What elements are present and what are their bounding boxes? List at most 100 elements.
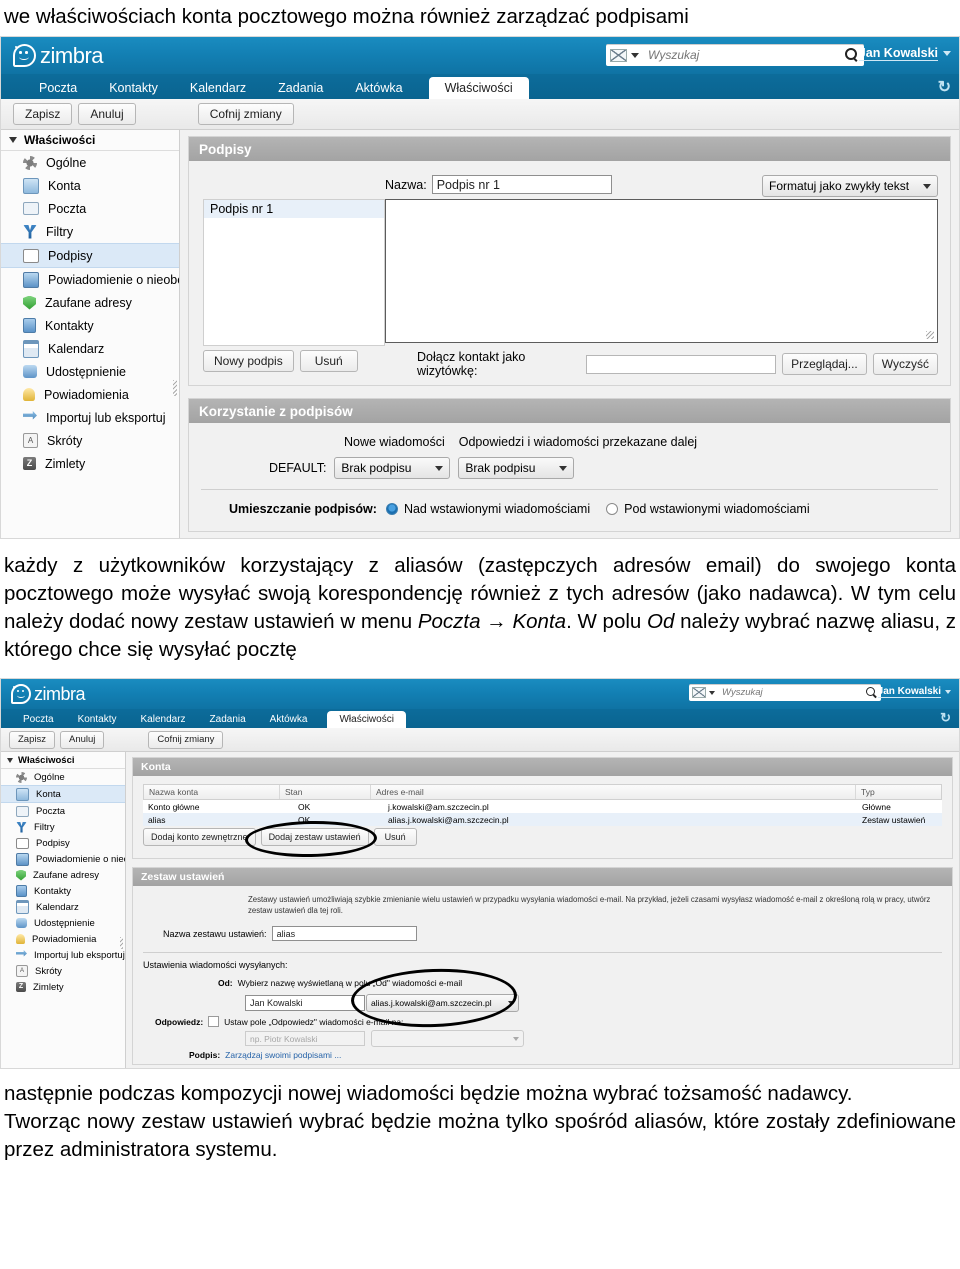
sidebar-item-zaufane-adresy[interactable]: Zaufane adresy [1,291,179,314]
sidebar-item-kontakty[interactable]: Kontakty [1,314,179,337]
tab-zadania[interactable]: Zadania [198,711,258,728]
default-new-signature-select[interactable]: Brak podpisu [334,457,451,479]
refresh-icon[interactable]: ↻ [938,77,951,97]
sidebar-item-kontakty[interactable]: Kontakty [1,883,125,899]
from-display-name-input[interactable]: Jan Kowalski [245,995,365,1011]
user-menu-chevron-down-icon[interactable] [943,51,951,56]
tab-wlasciwosci[interactable]: Właściwości [428,77,529,99]
tab-zadania[interactable]: Zadania [262,77,339,99]
save-button[interactable]: Zapisz [9,730,55,749]
sidebar-item-powiadomienie-o-nieobecnosci[interactable]: Powiadomienie o nieobe [1,268,179,291]
sidebar-item-ogolne[interactable]: Ogólne [1,151,179,174]
placement-above-radio[interactable] [385,503,398,515]
add-persona-button[interactable]: Dodaj zestaw ustawień [260,828,369,846]
editor-resize-handle[interactable] [926,331,934,339]
undo-changes-button[interactable]: Cofnij zmiany [197,103,294,125]
sidebar-item-filtry[interactable]: Filtry [1,819,125,835]
signature-format-select[interactable]: Formatuj jako zwykły tekst [762,175,938,197]
sidebar-item-importuj-lub-eksportuj[interactable]: Importuj lub eksportuj [1,406,179,429]
sidebar-title[interactable]: Właściwości [1,130,179,151]
sidebar-item-konta[interactable]: Konta [1,174,179,197]
placement-below-label[interactable]: Pod wstawionymi wiadomościami [624,502,809,516]
chevron-down-icon[interactable] [9,137,17,143]
replyto-checkbox-label[interactable]: Ustaw pole „Odpowiedz" wiadomości e-mail… [224,1017,403,1027]
sidebar-item-poczta[interactable]: Poczta [1,803,125,819]
undo-changes-button[interactable]: Cofnij zmiany [148,730,224,749]
sidebar-item-zimlety[interactable]: Z Zimlety [1,979,125,995]
delete-account-button[interactable]: Usuń [373,828,417,846]
delete-signature-button[interactable]: Usuń [299,350,358,372]
search-scope-chevron-down-icon[interactable] [709,690,715,695]
sidebar-item-konta[interactable]: Konta [1,785,125,803]
user-name-label[interactable]: Jan Kowalski [858,46,938,61]
user-menu[interactable]: Jan Kowalski [877,686,951,698]
tab-kontakty[interactable]: Kontakty [93,77,174,99]
tab-kalendarz[interactable]: Kalendarz [129,711,198,728]
add-external-account-button[interactable]: Dodaj konto zewnętrzne [143,828,256,846]
user-name-label[interactable]: Jan Kowalski [877,686,941,698]
placement-below-radio[interactable] [606,503,619,515]
sidebar-item-powiadomienia[interactable]: Powiadomienia [1,383,179,406]
vcard-input[interactable] [586,354,777,374]
sidebar-item-ogolne[interactable]: Ogólne [1,769,125,785]
user-menu[interactable]: Jan Kowalski [858,46,951,61]
tab-kalendarz[interactable]: Kalendarz [174,77,262,99]
sidebar-item-zimlety[interactable]: Z Zimlety [1,452,179,475]
search-icon[interactable] [866,686,878,699]
refresh-icon[interactable]: ↻ [940,710,951,726]
sidebar-item-importuj-lub-eksportuj[interactable]: Importuj lub eksportuj [1,947,125,963]
browse-button[interactable]: Przeglądaj... [782,353,867,375]
persona-name-input[interactable]: alias [271,926,417,941]
sidebar-item-udostepnienie[interactable]: Udostępnienie [1,360,179,383]
column-header-stan[interactable]: Stan [280,785,371,799]
sidebar-item-podpisy[interactable]: Podpisy [1,243,179,268]
search-scope-envelope-icon[interactable] [610,48,627,62]
chevron-down-icon[interactable] [7,757,13,763]
search-box[interactable] [606,44,864,66]
tab-aktowka[interactable]: Aktówka [258,711,320,728]
sidebar-item-kalendarz[interactable]: Kalendarz [1,337,179,360]
sidebar-item-podpisy[interactable]: Podpisy [1,835,125,851]
tab-poczta[interactable]: Poczta [23,77,93,99]
signature-editor[interactable] [385,199,938,343]
search-input[interactable] [720,686,863,699]
chevron-down-icon[interactable] [513,1036,519,1041]
sidebar-item-powiadomienie-o-nieobecnosci[interactable]: Powiadomienie o nieobe [1,851,125,867]
save-button[interactable]: Zapisz [13,103,73,125]
search-input[interactable] [646,47,841,63]
tab-aktowka[interactable]: Aktówka [339,77,418,99]
search-icon[interactable] [845,47,860,63]
sidebar-item-poczta[interactable]: Poczta [1,197,179,220]
list-item[interactable]: Podpis nr 1 [204,200,384,218]
table-row[interactable]: alias OK alias.j.kowalski@am.szczecin.pl… [143,813,942,826]
chevron-down-icon[interactable] [508,1001,514,1005]
default-reply-signature-select[interactable]: Brak podpisu [458,457,575,479]
sidebar-item-skroty[interactable]: A Skróty [1,429,179,452]
column-header-adres-email[interactable]: Adres e-mail [371,785,856,799]
signature-list[interactable]: Podpis nr 1 [203,199,385,346]
sidebar-item-kalendarz[interactable]: Kalendarz [1,899,125,915]
search-scope-envelope-icon[interactable] [692,687,706,698]
chevron-down-icon[interactable] [559,465,568,471]
table-row[interactable]: Konto główne OK j.kowalski@am.szczecin.p… [143,800,942,813]
replyto-checkbox[interactable] [208,1016,220,1027]
sidebar-item-powiadomienia[interactable]: Powiadomienia [1,931,125,947]
sidebar-resize-handle[interactable] [173,380,177,396]
search-scope-chevron-down-icon[interactable] [631,52,639,58]
sidebar-title[interactable]: Właściwości [1,752,125,769]
sidebar-resize-handle[interactable] [120,937,123,949]
placement-above-label[interactable]: Nad wstawionymi wiadomościami [404,502,590,516]
column-header-typ[interactable]: Typ [856,785,941,799]
chevron-down-icon[interactable] [435,465,444,471]
replyto-name-input[interactable]: np. Piotr Kowalski [245,1031,365,1046]
new-signature-button[interactable]: Nowy podpis [203,350,294,372]
cancel-button[interactable]: Anuluj [78,103,136,125]
replyto-address-select[interactable] [371,1030,524,1047]
column-header-nazwa-konta[interactable]: Nazwa konta [144,785,280,799]
tab-kontakty[interactable]: Kontakty [66,711,129,728]
user-menu-chevron-down-icon[interactable] [945,690,951,694]
from-address-select[interactable]: alias.j.kowalski@am.szczecin.pl [366,994,519,1012]
signature-name-input[interactable]: Podpis nr 1 [431,175,612,194]
sidebar-item-skroty[interactable]: A Skróty [1,963,125,979]
cancel-button[interactable]: Anuluj [59,730,105,749]
